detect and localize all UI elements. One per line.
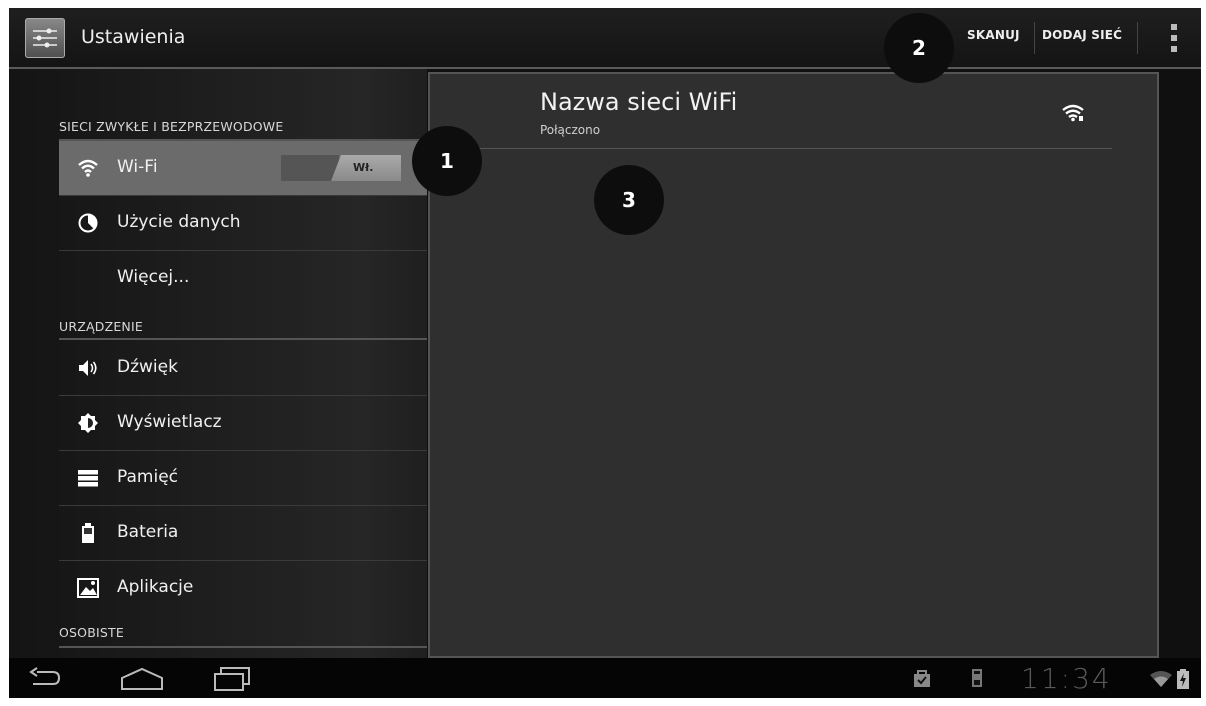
usb-icon[interactable] (970, 668, 984, 692)
sidebar-item-label: Bateria (117, 522, 179, 542)
brightness-icon (77, 412, 99, 434)
callout-badge-2: 2 (884, 13, 954, 83)
sidebar-item-label: Pamięć (117, 467, 178, 487)
sidebar-item-label: Aplikacje (117, 577, 194, 597)
battery-charging-icon (1177, 669, 1189, 693)
sidebar-item-storage[interactable]: Pamięć (59, 451, 427, 505)
wifi-icon (77, 157, 99, 179)
sidebar-item-wifi[interactable]: Wi-Fi Wł. (59, 141, 427, 195)
system-bar: 11:34 (9, 658, 1201, 698)
sidebar-item-display[interactable]: Wyświetlacz (59, 396, 427, 450)
sidebar-item-label: Wi-Fi (117, 157, 158, 177)
wifi-detail-pane: Nazwa sieci WiFi Połączono (428, 72, 1159, 658)
sidebar-item-more[interactable]: Więcej... (59, 251, 427, 305)
toggle-off-track (281, 155, 339, 181)
network-status: Połączono (540, 123, 601, 137)
sidebar-item-apps[interactable]: Aplikacje (59, 561, 427, 615)
wifi-toggle[interactable]: Wł. (281, 155, 401, 181)
sidebar-item-label: Dźwięk (117, 357, 178, 377)
sidebar-item-label: Wyświetlacz (117, 412, 222, 432)
home-icon[interactable] (119, 666, 165, 696)
sidebar-item-sound[interactable]: Dźwięk (59, 341, 427, 395)
sidebar-item-data-usage[interactable]: Użycie danych (59, 196, 427, 250)
battery-icon (77, 522, 99, 544)
sidebar-item-battery[interactable]: Bateria (59, 506, 427, 560)
settings-sliders-icon[interactable] (25, 18, 65, 58)
callout-badge-3: 3 (594, 165, 664, 235)
app-title: Ustawienia (81, 26, 186, 48)
scan-button[interactable]: SKANUJ (967, 28, 1020, 42)
wifi-signal-icon (1062, 104, 1084, 122)
back-icon[interactable] (27, 666, 63, 694)
speaker-icon (77, 357, 99, 379)
clock: 11:34 (1021, 662, 1112, 695)
add-network-button[interactable]: DODAJ SIEĆ (1042, 28, 1122, 42)
section-header-networks: SIECI ZWYKŁE I BEZPRZEWODOWE (59, 119, 284, 134)
sidebar-item-label: Użycie danych (117, 212, 241, 232)
storage-icon (77, 467, 99, 489)
network-divider (460, 148, 1112, 149)
action-separator (1034, 22, 1035, 54)
network-list-item[interactable]: Nazwa sieci WiFi Połączono (430, 74, 1157, 148)
wifi-status-icon (1149, 670, 1173, 692)
recent-apps-icon[interactable] (212, 666, 252, 696)
section-header-device: URZĄDZENIE (59, 319, 143, 334)
sidebar-item-label: Więcej... (117, 267, 190, 287)
network-name: Nazwa sieci WiFi (540, 88, 738, 116)
action-bar: Ustawienia SKANUJ DODAJ SIEĆ (9, 8, 1201, 69)
action-separator (1137, 22, 1138, 54)
settings-list: SIECI ZWYKŁE I BEZPRZEWODOWE Wi-Fi Wł. U… (9, 69, 427, 658)
callout-badge-1: 1 (412, 126, 482, 196)
overflow-menu-icon[interactable] (1167, 22, 1181, 54)
apps-icon (77, 577, 99, 599)
data-usage-icon (77, 212, 99, 234)
section-header-personal: OSOBISTE (59, 625, 124, 640)
section-divider (59, 646, 427, 648)
toggle-state-label: Wł. (353, 161, 374, 174)
section-divider (59, 338, 427, 340)
screen: Ustawienia SKANUJ DODAJ SIEĆ SIECI ZWYKŁ… (9, 8, 1201, 698)
shopping-bag-icon[interactable] (913, 668, 931, 692)
